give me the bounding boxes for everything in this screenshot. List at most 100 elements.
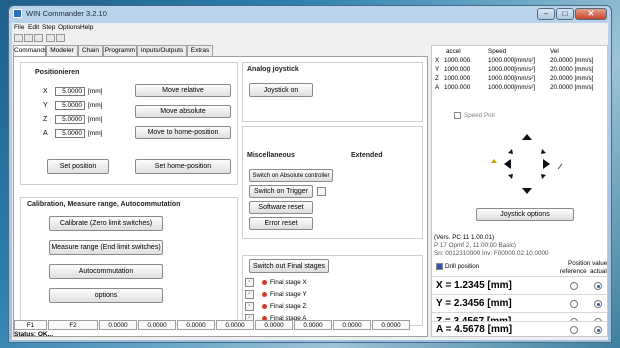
info-panel: accel Speed Vel X 1000.000 1000.000[mm/s… (431, 45, 608, 337)
position-a-readout: A = 4.5678 [mm] (436, 324, 513, 335)
speed-row-y-axis: Y (435, 66, 440, 73)
final-stage-y-label: Final stage Y (270, 291, 307, 298)
calibrate-button[interactable]: Calibrate (Zero limit switches) (49, 216, 163, 231)
position-y-actual-radio[interactable] (594, 300, 602, 308)
drill-position-checkbox[interactable] (436, 263, 443, 270)
error-reset-button[interactable]: Error reset (249, 217, 313, 230)
f1-button[interactable]: F1 (14, 320, 47, 330)
position-value-header: Position value (568, 260, 608, 267)
speed-row-a-axis: A (435, 84, 440, 91)
final-stage-x-toggle[interactable]: ◦ (245, 278, 254, 287)
title-bar[interactable]: WIN Commander 3.2.10 – □ ✕ (9, 6, 611, 22)
move-relative-button[interactable]: Move relative (135, 84, 231, 97)
actual-header: actual (590, 268, 607, 275)
switch-trigger-button[interactable]: Switch on Trigger (249, 185, 313, 198)
tab-extras[interactable]: Extras (187, 45, 213, 56)
position-row-a: A = 4.5678 [mm] (431, 321, 608, 337)
joystick-options-button[interactable]: Joystick options (476, 208, 574, 221)
speed-poti-label: Speed Poti (464, 112, 495, 119)
menu-help[interactable]: Help (80, 24, 93, 31)
open-icon[interactable] (24, 34, 33, 42)
position-x-readout: X = 1.2345 [mm] (436, 280, 512, 291)
tab-inputs-outputs[interactable]: Inputs/Outputs (137, 45, 187, 56)
autocommutation-button[interactable]: Autocommutation (49, 264, 163, 279)
tab-strip: Commands Modeler Chain Programm Inputs/O… (12, 45, 242, 57)
toolbar (12, 33, 608, 43)
speed-row-x-accel: 1000.000 (444, 57, 471, 64)
menu-file[interactable]: File (14, 24, 24, 31)
options-button[interactable]: options (49, 288, 163, 303)
set-home-button[interactable]: Set home-position (135, 159, 231, 174)
bottom-value-6: 0.0000 (294, 320, 332, 330)
save-icon[interactable] (34, 34, 43, 42)
final-stage-z-led (262, 304, 267, 309)
bottom-value-3: 0.0000 (177, 320, 215, 330)
position-x-reference-radio[interactable] (570, 282, 578, 290)
final-stages-group: Switch out Final stages ◦ Final stage X … (242, 255, 423, 326)
final-stage-x-led (262, 280, 267, 285)
tab-modeler[interactable]: Modeler (46, 45, 78, 56)
z-up-icon (491, 159, 497, 163)
arrow-up-right-icon (541, 149, 546, 154)
y-position-input[interactable]: 5.0000 (55, 101, 85, 110)
a-position-input[interactable]: 5.0000 (55, 129, 85, 138)
speed-row-a-speed: 1000.000[mm/s²] (488, 84, 536, 91)
arrow-up-left-icon (508, 149, 513, 154)
software-reset-button[interactable]: Software reset (249, 201, 313, 214)
z-unit: [mm] (88, 116, 103, 123)
calibration-group: Calibration, Measure range, Autocommutat… (20, 197, 238, 325)
maximize-button[interactable]: □ (556, 8, 574, 20)
move-absolute-button[interactable]: Move absolute (135, 105, 231, 118)
final-stage-y-toggle[interactable]: ◦ (245, 290, 254, 299)
tab-chain[interactable]: Chain (78, 45, 103, 56)
joystick-on-button[interactable]: Joystick on (249, 83, 313, 97)
move-home-button[interactable]: Move to home-position (135, 126, 231, 139)
x-unit: [mm] (88, 88, 103, 95)
settings-icon[interactable] (56, 34, 65, 42)
minimize-button[interactable]: – (537, 8, 555, 20)
positioning-group: Positionieren X 5.0000 [mm] Y 5.0000 [mm… (20, 62, 238, 185)
function-bar: F1 F2 0.0000 0.0000 0.0000 0.0000 0.0000… (12, 320, 428, 331)
final-stage-y-led (262, 292, 267, 297)
position-a-reference-radio[interactable] (570, 326, 578, 334)
z-diagonal-icon (557, 163, 563, 170)
close-button[interactable]: ✕ (575, 8, 607, 20)
extended-label: Extended (351, 152, 383, 159)
f2-button[interactable]: F2 (48, 320, 98, 330)
arrow-down-icon (522, 188, 532, 194)
a-unit: [mm] (88, 130, 103, 137)
jog-arrows (491, 134, 563, 194)
new-icon[interactable] (14, 34, 23, 42)
position-y-readout: Y = 2.3456 [mm] (436, 298, 512, 309)
speed-row-z-vel: 20.0000 [mm/s] (550, 75, 594, 82)
bottom-value-4: 0.0000 (216, 320, 254, 330)
app-icon (13, 9, 22, 18)
measure-range-button[interactable]: Measure range (End limit switches) (49, 240, 163, 255)
position-a-actual-radio[interactable] (594, 326, 602, 334)
x-position-input[interactable]: 5.0000 (55, 87, 85, 96)
miscellaneous-group: Miscellaneous Extended Switch on Absolut… (242, 126, 423, 239)
speed-poti-checkbox[interactable] (454, 112, 461, 119)
set-position-button[interactable]: Set position (47, 159, 109, 174)
arrow-right-icon (543, 159, 550, 169)
position-row-y: Y = 2.3456 [mm] (432, 294, 607, 312)
menu-step[interactable]: Step (42, 24, 55, 31)
print-icon[interactable] (46, 34, 55, 42)
position-row-x: X = 1.2345 [mm] (432, 276, 607, 294)
positioning-label: Positionieren (35, 69, 80, 76)
speed-row-z-axis: Z (435, 75, 439, 82)
menu-options[interactable]: Options (58, 24, 80, 31)
position-x-actual-radio[interactable] (594, 282, 602, 290)
final-stage-z-label: Final stage Z (270, 303, 307, 310)
tab-programm[interactable]: Programm (103, 45, 137, 56)
switch-out-final-stages-button[interactable]: Switch out Final stages (249, 259, 329, 273)
arrow-down-left-icon (508, 174, 513, 179)
switch-absolute-button[interactable]: Switch on Absolute controller (249, 169, 333, 182)
menu-edit[interactable]: Edit (28, 24, 39, 31)
accel-header: accel (446, 48, 461, 55)
bottom-value-2: 0.0000 (138, 320, 176, 330)
z-position-input[interactable]: 5.0000 (55, 115, 85, 124)
speed-row-z-speed: 1000.000[mm/s²] (488, 75, 536, 82)
position-y-reference-radio[interactable] (570, 300, 578, 308)
final-stage-z-toggle[interactable]: ◦ (245, 302, 254, 311)
